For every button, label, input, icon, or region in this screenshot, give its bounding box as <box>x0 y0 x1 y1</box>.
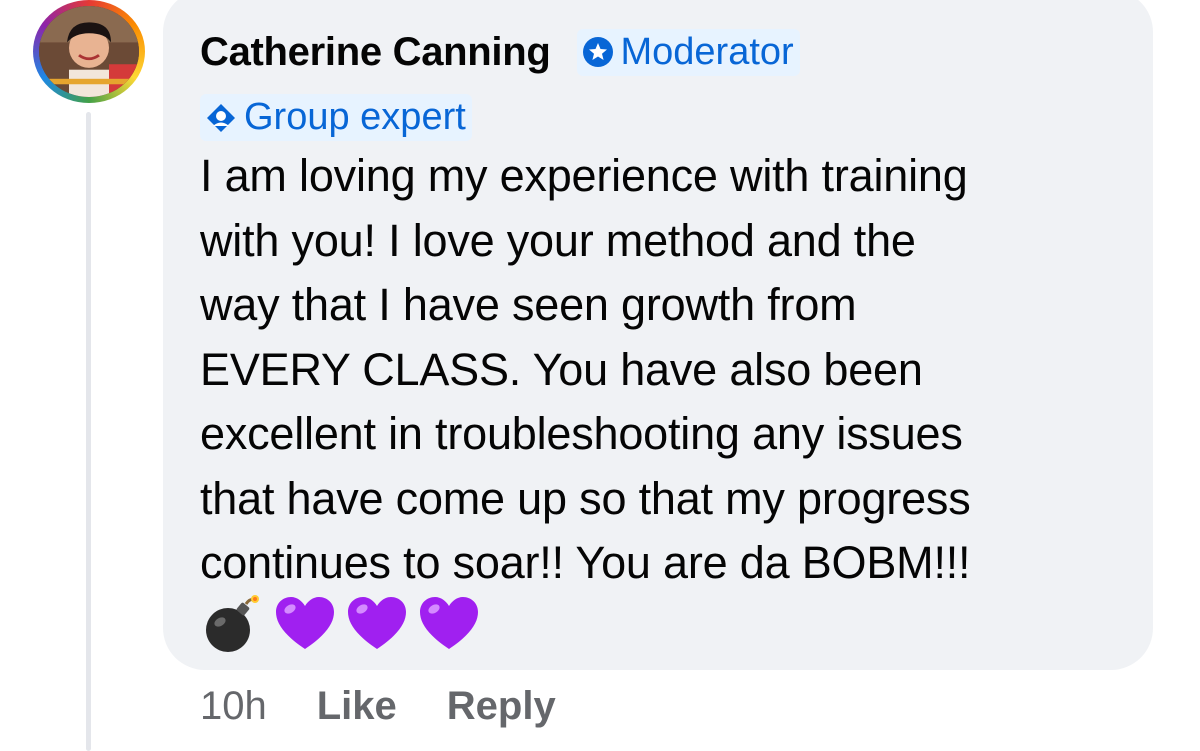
group-expert-label: Group expert <box>244 96 466 138</box>
moderator-badge[interactable]: Moderator <box>576 28 800 76</box>
comment-line: that have come up so that my progress <box>200 472 971 524</box>
author-name[interactable]: Catherine Canning <box>200 30 551 75</box>
group-expert-badge[interactable]: Group expert <box>200 94 472 141</box>
comment-line: excellent in troubleshooting any issues <box>200 408 963 459</box>
comment-line: continues to soar!! You are da BOBM!!! <box>200 537 971 588</box>
reply-button[interactable]: Reply <box>447 684 556 729</box>
purple-heart-emoji <box>420 597 478 649</box>
comment-header: Catherine Canning Moderator <box>200 24 800 80</box>
profile-photo <box>39 6 139 97</box>
comment-thread: Catherine Canning Moderator Group expert… <box>0 0 1200 751</box>
purple-heart-emoji <box>348 597 406 649</box>
bomb-emoji <box>206 595 259 652</box>
timestamp[interactable]: 10h <box>200 684 267 729</box>
comment-actions: 10h Like Reply <box>200 684 606 729</box>
badge-row: Group expert <box>200 94 472 141</box>
emoji-row <box>200 592 490 656</box>
comment-line: I am loving my experience with training <box>200 150 968 201</box>
moderator-shield-icon <box>582 37 613 67</box>
thread-line <box>86 112 91 751</box>
moderator-label: Moderator <box>620 30 794 73</box>
comment-text: I am loving my experience with training … <box>200 144 1140 596</box>
purple-heart-emoji <box>276 597 334 649</box>
comment-line: EVERY CLASS. You have also been <box>200 343 923 395</box>
avatar[interactable] <box>33 0 145 103</box>
comment-line: with you! I love your method and the <box>200 214 916 266</box>
comment-line: way that I have seen growth from <box>200 279 857 330</box>
group-expert-icon <box>207 103 235 132</box>
like-button[interactable]: Like <box>317 684 397 729</box>
